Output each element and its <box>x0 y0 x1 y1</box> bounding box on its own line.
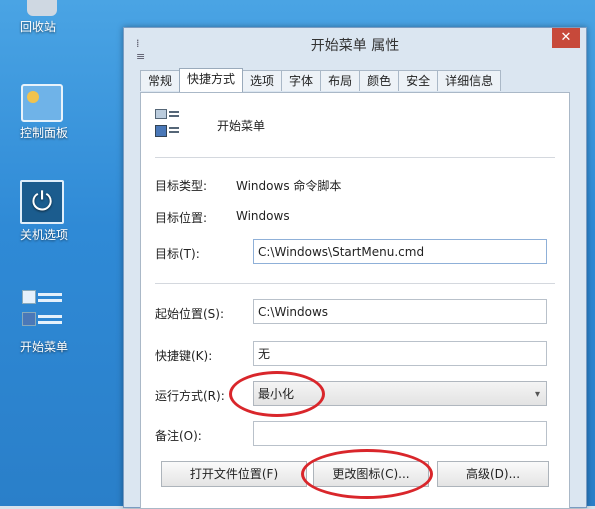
shortcut-file-icon <box>155 109 185 139</box>
tab-security[interactable]: 安全 <box>398 70 439 91</box>
advanced-button[interactable]: 高级(D)... <box>437 461 549 487</box>
close-button[interactable]: ✕ <box>552 28 580 48</box>
tab-details[interactable]: 详细信息 <box>437 70 502 91</box>
change-icon-button[interactable]: 更改图标(C)... <box>313 461 429 487</box>
start-in-input[interactable]: C:\Windows <box>253 299 547 324</box>
divider <box>155 283 555 284</box>
tab-strip: 常规 快捷方式 选项 字体 布局 颜色 安全 详细信息 <box>140 68 502 92</box>
tab-general[interactable]: 常规 <box>140 70 181 91</box>
tab-options[interactable]: 选项 <box>242 70 283 91</box>
tab-colors[interactable]: 颜色 <box>359 70 400 91</box>
open-file-location-button[interactable]: 打开文件位置(F) <box>161 461 307 487</box>
properties-dialog: ⁞≡ 开始菜单 属性 ✕ 常规 快捷方式 选项 字体 布局 颜色 安全 详细信息… <box>123 27 587 509</box>
tab-font[interactable]: 字体 <box>281 70 322 91</box>
target-type-value: Windows 命令脚本 <box>236 179 342 193</box>
target-input[interactable]: C:\Windows\StartMenu.cmd <box>253 239 547 264</box>
tab-layout[interactable]: 布局 <box>320 70 361 91</box>
shortcut-tab-panel: 开始菜单 目标类型: Windows 命令脚本 目标位置: Windows 目标… <box>140 92 570 509</box>
chevron-down-icon: ▾ <box>534 389 540 400</box>
target-location-value: Windows <box>236 209 290 223</box>
run-select-value: 最小化 <box>258 387 295 401</box>
shortcut-name: 开始菜单 <box>217 119 266 133</box>
close-icon: ✕ <box>560 30 572 45</box>
desktop-icon-control-panel[interactable]: 控制面板 <box>6 84 78 140</box>
recycle-bin-icon <box>27 0 57 16</box>
target-label: 目标(T): <box>155 247 200 261</box>
tab-shortcut[interactable]: 快捷方式 <box>179 68 244 92</box>
target-type-label: 目标类型: <box>155 179 208 193</box>
desktop-icon-label: 控制面板 <box>20 126 69 140</box>
desktop-icon-label: 回收站 <box>20 20 57 34</box>
comment-input[interactable] <box>253 421 547 446</box>
comment-label: 备注(O): <box>155 429 202 443</box>
hotkey-input[interactable]: 无 <box>253 341 547 366</box>
hotkey-label: 快捷键(K): <box>155 349 213 363</box>
start-menu-shortcut-icon <box>22 290 62 336</box>
desktop-icon-shutdown-options[interactable]: ⏻ 关机选项 <box>6 180 78 242</box>
title-bar[interactable]: ⁞≡ 开始菜单 属性 ✕ <box>124 28 586 63</box>
desktop-icon-label: 关机选项 <box>20 228 69 242</box>
run-select[interactable]: 最小化 ▾ <box>253 381 547 406</box>
desktop-icon-label: 开始菜单 <box>20 340 69 354</box>
power-icon: ⏻ <box>20 180 64 224</box>
control-panel-icon <box>21 84 63 122</box>
desktop-icon-recycle-bin[interactable]: 回收站 <box>6 0 78 34</box>
divider <box>155 157 555 158</box>
desktop-icon-start-menu[interactable]: 开始菜单 <box>6 290 78 354</box>
target-location-label: 目标位置: <box>155 211 208 225</box>
dialog-title: 开始菜单 属性 <box>310 38 400 54</box>
start-in-label: 起始位置(S): <box>155 307 225 321</box>
run-label: 运行方式(R): <box>155 389 225 403</box>
